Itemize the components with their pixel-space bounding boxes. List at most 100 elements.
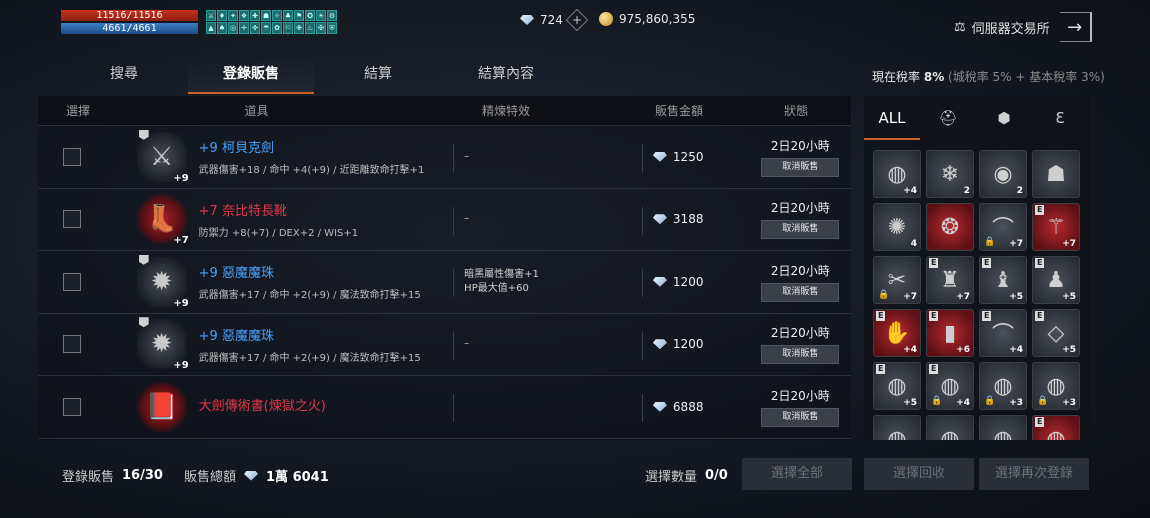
select-checkbox[interactable] [63, 147, 81, 166]
tab-settlement[interactable]: 結算 [314, 58, 442, 94]
slot-count: +4 [903, 186, 917, 196]
gold-count: 975,860,355 [619, 12, 696, 26]
slot-count: +7 [1062, 239, 1076, 249]
cancel-sale-button[interactable]: 取消販售 [761, 157, 840, 177]
table-row[interactable]: 👢 +7 +7 奈比特長靴 防禦力 +8(+7) / DEX+2 / WIS+1… [38, 189, 851, 251]
cancel-sale-button[interactable]: 取消販售 [761, 220, 840, 240]
enhance-level: +9 [173, 297, 189, 309]
select-count-value: 0/0 [705, 468, 728, 483]
server-exchange-button[interactable]: ⚖ 伺服器交易所 → [954, 12, 1092, 42]
slot-count: +3 [1009, 398, 1023, 408]
item-glyph: 📕 [145, 391, 178, 422]
money-bag-icon[interactable]: Ɛ [1032, 96, 1088, 140]
inventory-slot[interactable]: ♟ E +5 [1032, 256, 1080, 304]
sale-list-table: 選擇 道具 精煉特效 販售金額 狀態 ⚔ +9 +9 柯貝克劍 武器傷害+18 … [38, 96, 851, 440]
inventory-slot[interactable]: ◉ 2 [979, 150, 1027, 198]
table-row[interactable]: ✹ +9 +9 惡魔魔珠 武器傷害+17 / 命中 +2(+9) / 魔法致命打… [38, 314, 851, 376]
buff-icon: ⚙ [327, 10, 337, 21]
buff-icon: ✿ [272, 22, 282, 34]
buff-icon: ☀ [316, 10, 326, 21]
inventory-slot[interactable]: ◍ [926, 415, 974, 440]
inventory-slot[interactable]: ♜ E +7 [926, 256, 974, 304]
inventory-tabs: ALL ⛑ ⬢ Ɛ [864, 96, 1090, 140]
cancel-sale-button[interactable]: 取消販售 [761, 345, 840, 365]
diamond-icon [652, 214, 667, 225]
tier-badge-icon [138, 129, 149, 140]
inventory-slot[interactable]: ❄ 2 [926, 150, 974, 198]
reregister-selected-button[interactable]: 選擇再次登錄 [979, 458, 1089, 490]
buff-icon: ✦ [228, 10, 238, 21]
tab-bar: 搜尋 登錄販售 結算 結算內容 [60, 58, 570, 94]
inventory-slot[interactable]: ◍ E 🔒 +4 [926, 362, 974, 410]
inventory-slot[interactable]: ✋ E +4 [873, 309, 921, 357]
diamond-count: 724 [540, 13, 563, 27]
item-stats: 防禦力 +8(+7) / DEX+2 / WIS+1 [198, 227, 359, 239]
inventory-slot[interactable]: ◍ E [1032, 415, 1080, 440]
inventory-slot[interactable]: ✺ 4 [873, 203, 921, 251]
inventory-slot[interactable]: ◍ 🔒 +3 [1032, 362, 1080, 410]
buff-icon: ✪ [305, 10, 315, 21]
cancel-sale-button[interactable]: 取消販售 [761, 407, 840, 427]
tab-settlement-details[interactable]: 結算內容 [442, 58, 570, 94]
inventory-slot[interactable]: ⌒ E +4 [979, 309, 1027, 357]
diamond-icon [652, 151, 667, 162]
buff-icon: ✜ [250, 22, 260, 34]
inventory-slot[interactable]: ⌒ 🔒 +7 [979, 203, 1027, 251]
table-row[interactable]: ✹ +9 +9 惡魔魔珠 武器傷害+17 / 命中 +2(+9) / 魔法致命打… [38, 251, 851, 314]
tab-search[interactable]: 搜尋 [60, 58, 188, 94]
boots-icon[interactable]: 👢 +7 [136, 194, 189, 246]
diamond-icon [652, 339, 667, 350]
book-icon[interactable]: 📕 [136, 381, 187, 432]
inventory-panel: ALL ⛑ ⬢ Ɛ ◍ +4 ❄ 2 ◉ 2 ☗ ✺ 4 ❂ ⌒ 🔒 +7 ⚚ E +… [864, 96, 1090, 440]
cube-icon[interactable]: ⬢ [976, 96, 1032, 140]
add-diamond-button[interactable]: + [565, 8, 589, 32]
select-all-button[interactable]: 選擇全部 [742, 458, 852, 490]
lock-icon: 🔒 [984, 396, 996, 406]
inventory-slot[interactable]: ▮ E +6 [926, 309, 974, 357]
inventory-slot[interactable]: ✂ 🔒 +7 [873, 256, 921, 304]
table-row[interactable]: 📕 大劍傳術書(煉獄之火) 6888 2日20小時 取消販售 [38, 376, 851, 439]
slot-count: +5 [1009, 292, 1023, 302]
inventory-slot[interactable]: ❂ [926, 203, 974, 251]
slot-count: +6 [956, 345, 970, 355]
inventory-slot[interactable]: ◍ [873, 415, 921, 440]
table-header: 選擇 道具 精煉特效 販售金額 狀態 [38, 96, 851, 126]
buff-icon: ⚐ [283, 22, 293, 34]
inventory-slot[interactable]: ◍ 🔒 +3 [979, 362, 1027, 410]
select-checkbox[interactable] [63, 397, 81, 416]
table-row[interactable]: ⚔ +9 +9 柯貝克劍 武器傷害+18 / 命中 +4(+9) / 近距離致命… [38, 126, 851, 189]
cancel-sale-button[interactable]: 取消販售 [761, 282, 840, 302]
inventory-slot[interactable]: ☗ [1032, 150, 1080, 198]
select-checkbox[interactable] [63, 210, 81, 229]
select-checkbox[interactable] [63, 335, 81, 354]
tab-register-sale[interactable]: 登錄販售 [188, 58, 314, 94]
mp-bar: 4661/4661 [61, 23, 198, 34]
diamond-icon [244, 470, 259, 481]
inventory-slot[interactable]: ◍ E +5 [873, 362, 921, 410]
inventory-slot[interactable]: ⚚ E +7 [1032, 203, 1080, 251]
arrow-right-icon: → [1059, 12, 1092, 42]
item-name: +9 惡魔魔珠 [198, 328, 274, 344]
inventory-slot[interactable]: ◇ E +5 [1032, 309, 1080, 357]
inventory-slot[interactable]: ♝ E +5 [979, 256, 1027, 304]
equipped-tag: E [982, 258, 992, 268]
demon-orb-icon[interactable]: ✹ +9 [136, 317, 189, 371]
inventory-slot[interactable]: ◍ +4 [873, 150, 921, 198]
helmet-icon[interactable]: ⛑ [920, 96, 976, 140]
inventory-tab-all[interactable]: ALL [864, 96, 920, 140]
item-glyph: ⚔ [150, 141, 174, 172]
item-name: 大劍傳術書(煉獄之火) [198, 398, 326, 414]
slot-count: +4 [1009, 345, 1023, 355]
buff-icons: ⚔ ♦ ✦ ❖ ✚ ☗ ✧ ♣ ⚑ ✪ ☀ ⚙ ▲ ♠ ◎ ✛ ✜ ☂ ✿ ⚐ ✙ ♨ ✠ ⛨ [206, 10, 337, 34]
recall-selected-button[interactable]: 選擇回收 [864, 458, 974, 490]
enhance-level: +9 [173, 172, 189, 184]
demon-orb-icon[interactable]: ✹ +9 [136, 254, 189, 309]
inventory-slot[interactable]: ◍ [979, 415, 1027, 440]
select-checkbox[interactable] [63, 272, 81, 291]
item-glyph: ✹ [150, 329, 173, 360]
tax-label: 現在稅率 [872, 70, 921, 84]
diamond-icon [520, 15, 534, 25]
buff-icon: ❖ [239, 10, 249, 21]
axe-icon[interactable]: ⚔ +9 [136, 129, 189, 184]
equipped-tag: E [876, 311, 886, 321]
